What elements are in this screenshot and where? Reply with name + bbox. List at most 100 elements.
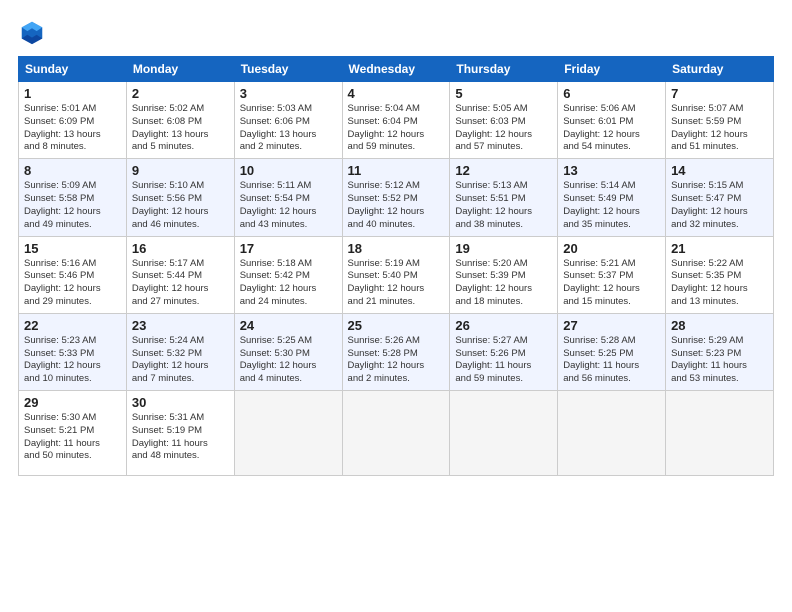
day-info: Sunrise: 5:31 AMSunset: 5:19 PMDaylight:… (132, 412, 229, 463)
calendar-cell: 24 Sunrise: 5:25 AMSunset: 5:30 PMDayligh… (234, 313, 342, 390)
calendar-cell: 6 Sunrise: 5:06 AMSunset: 6:01 PMDaylight… (558, 82, 666, 159)
day-number: 16 (132, 241, 229, 256)
day-number: 21 (671, 241, 768, 256)
day-number: 19 (455, 241, 552, 256)
calendar-cell: 10 Sunrise: 5:11 AMSunset: 5:54 PMDayligh… (234, 159, 342, 236)
day-number: 26 (455, 318, 552, 333)
day-number: 6 (563, 86, 660, 101)
col-header-saturday: Saturday (666, 57, 774, 82)
day-info: Sunrise: 5:16 AMSunset: 5:46 PMDaylight:… (24, 258, 121, 309)
calendar-cell: 20 Sunrise: 5:21 AMSunset: 5:37 PMDayligh… (558, 236, 666, 313)
calendar-cell: 17 Sunrise: 5:18 AMSunset: 5:42 PMDayligh… (234, 236, 342, 313)
calendar-cell: 12 Sunrise: 5:13 AMSunset: 5:51 PMDayligh… (450, 159, 558, 236)
day-number: 5 (455, 86, 552, 101)
day-info: Sunrise: 5:05 AMSunset: 6:03 PMDaylight:… (455, 103, 552, 154)
day-info: Sunrise: 5:21 AMSunset: 5:37 PMDaylight:… (563, 258, 660, 309)
day-info: Sunrise: 5:29 AMSunset: 5:23 PMDaylight:… (671, 335, 768, 386)
day-number: 27 (563, 318, 660, 333)
calendar-cell: 11Sunrise: 5:12 AMSunset: 5:52 PMDayligh… (342, 159, 450, 236)
day-info: Sunrise: 5:24 AMSunset: 5:32 PMDaylight:… (132, 335, 229, 386)
day-info: Sunrise: 5:04 AMSunset: 6:04 PMDaylight:… (348, 103, 445, 154)
day-info: Sunrise: 5:06 AMSunset: 6:01 PMDaylight:… (563, 103, 660, 154)
calendar-week-row: 8 Sunrise: 5:09 AMSunset: 5:58 PMDaylight… (19, 159, 774, 236)
calendar-cell: 8 Sunrise: 5:09 AMSunset: 5:58 PMDaylight… (19, 159, 127, 236)
calendar-cell: 7 Sunrise: 5:07 AMSunset: 5:59 PMDaylight… (666, 82, 774, 159)
col-header-thursday: Thursday (450, 57, 558, 82)
day-number: 11 (348, 163, 445, 178)
day-info: Sunrise: 5:25 AMSunset: 5:30 PMDaylight:… (240, 335, 337, 386)
day-info: Sunrise: 5:18 AMSunset: 5:42 PMDaylight:… (240, 258, 337, 309)
day-number: 29 (24, 395, 121, 410)
day-number: 14 (671, 163, 768, 178)
calendar-cell: 4 Sunrise: 5:04 AMSunset: 6:04 PMDaylight… (342, 82, 450, 159)
day-info: Sunrise: 5:07 AMSunset: 5:59 PMDaylight:… (671, 103, 768, 154)
day-info: Sunrise: 5:22 AMSunset: 5:35 PMDaylight:… (671, 258, 768, 309)
day-info: Sunrise: 5:15 AMSunset: 5:47 PMDaylight:… (671, 180, 768, 231)
calendar-cell: 2 Sunrise: 5:02 AMSunset: 6:08 PMDaylight… (126, 82, 234, 159)
day-info: Sunrise: 5:02 AMSunset: 6:08 PMDaylight:… (132, 103, 229, 154)
day-info: Sunrise: 5:14 AMSunset: 5:49 PMDaylight:… (563, 180, 660, 231)
calendar-header-row: SundayMondayTuesdayWednesdayThursdayFrid… (19, 57, 774, 82)
calendar-cell: 25Sunrise: 5:26 AMSunset: 5:28 PMDayligh… (342, 313, 450, 390)
logo-icon (18, 18, 46, 46)
calendar-cell: 1Sunrise: 5:01 AMSunset: 6:09 PMDaylight… (19, 82, 127, 159)
col-header-wednesday: Wednesday (342, 57, 450, 82)
day-info: Sunrise: 5:09 AMSunset: 5:58 PMDaylight:… (24, 180, 121, 231)
day-number: 17 (240, 241, 337, 256)
day-info: Sunrise: 5:23 AMSunset: 5:33 PMDaylight:… (24, 335, 121, 386)
day-number: 24 (240, 318, 337, 333)
logo (18, 18, 50, 46)
day-number: 4 (348, 86, 445, 101)
day-number: 2 (132, 86, 229, 101)
header (18, 18, 774, 46)
day-info: Sunrise: 5:28 AMSunset: 5:25 PMDaylight:… (563, 335, 660, 386)
day-info: Sunrise: 5:11 AMSunset: 5:54 PMDaylight:… (240, 180, 337, 231)
day-number: 8 (24, 163, 121, 178)
day-number: 20 (563, 241, 660, 256)
calendar-week-row: 1Sunrise: 5:01 AMSunset: 6:09 PMDaylight… (19, 82, 774, 159)
day-number: 18 (348, 241, 445, 256)
col-header-tuesday: Tuesday (234, 57, 342, 82)
day-number: 12 (455, 163, 552, 178)
calendar-cell: 21 Sunrise: 5:22 AMSunset: 5:35 PMDayligh… (666, 236, 774, 313)
calendar-week-row: 29Sunrise: 5:30 AMSunset: 5:21 PMDayligh… (19, 391, 774, 476)
calendar-cell: 26 Sunrise: 5:27 AMSunset: 5:26 PMDayligh… (450, 313, 558, 390)
col-header-monday: Monday (126, 57, 234, 82)
day-info: Sunrise: 5:03 AMSunset: 6:06 PMDaylight:… (240, 103, 337, 154)
calendar-cell: 14 Sunrise: 5:15 AMSunset: 5:47 PMDayligh… (666, 159, 774, 236)
calendar-cell: 30 Sunrise: 5:31 AMSunset: 5:19 PMDayligh… (126, 391, 234, 476)
day-info: Sunrise: 5:20 AMSunset: 5:39 PMDaylight:… (455, 258, 552, 309)
calendar-cell: 15 Sunrise: 5:16 AMSunset: 5:46 PMDayligh… (19, 236, 127, 313)
day-number: 23 (132, 318, 229, 333)
calendar-cell: 3 Sunrise: 5:03 AMSunset: 6:06 PMDaylight… (234, 82, 342, 159)
calendar-cell: 9Sunrise: 5:10 AMSunset: 5:56 PMDaylight… (126, 159, 234, 236)
day-info: Sunrise: 5:27 AMSunset: 5:26 PMDaylight:… (455, 335, 552, 386)
day-number: 28 (671, 318, 768, 333)
calendar-cell: 27 Sunrise: 5:28 AMSunset: 5:25 PMDayligh… (558, 313, 666, 390)
day-number: 9 (132, 163, 229, 178)
calendar-table: SundayMondayTuesdayWednesdayThursdayFrid… (18, 56, 774, 476)
calendar-cell: 13 Sunrise: 5:14 AMSunset: 5:49 PMDayligh… (558, 159, 666, 236)
calendar-cell: 5 Sunrise: 5:05 AMSunset: 6:03 PMDaylight… (450, 82, 558, 159)
calendar-cell (666, 391, 774, 476)
day-number: 15 (24, 241, 121, 256)
day-info: Sunrise: 5:19 AMSunset: 5:40 PMDaylight:… (348, 258, 445, 309)
day-number: 3 (240, 86, 337, 101)
col-header-sunday: Sunday (19, 57, 127, 82)
day-number: 10 (240, 163, 337, 178)
day-number: 22 (24, 318, 121, 333)
calendar-cell: 23 Sunrise: 5:24 AMSunset: 5:32 PMDayligh… (126, 313, 234, 390)
day-info: Sunrise: 5:13 AMSunset: 5:51 PMDaylight:… (455, 180, 552, 231)
day-number: 7 (671, 86, 768, 101)
calendar-week-row: 22 Sunrise: 5:23 AMSunset: 5:33 PMDayligh… (19, 313, 774, 390)
day-number: 1 (24, 86, 121, 101)
col-header-friday: Friday (558, 57, 666, 82)
calendar-cell: 29Sunrise: 5:30 AMSunset: 5:21 PMDayligh… (19, 391, 127, 476)
calendar-cell: 18 Sunrise: 5:19 AMSunset: 5:40 PMDayligh… (342, 236, 450, 313)
calendar-cell: 19 Sunrise: 5:20 AMSunset: 5:39 PMDayligh… (450, 236, 558, 313)
calendar-cell (450, 391, 558, 476)
day-number: 13 (563, 163, 660, 178)
calendar-cell (234, 391, 342, 476)
day-info: Sunrise: 5:17 AMSunset: 5:44 PMDaylight:… (132, 258, 229, 309)
day-number: 30 (132, 395, 229, 410)
